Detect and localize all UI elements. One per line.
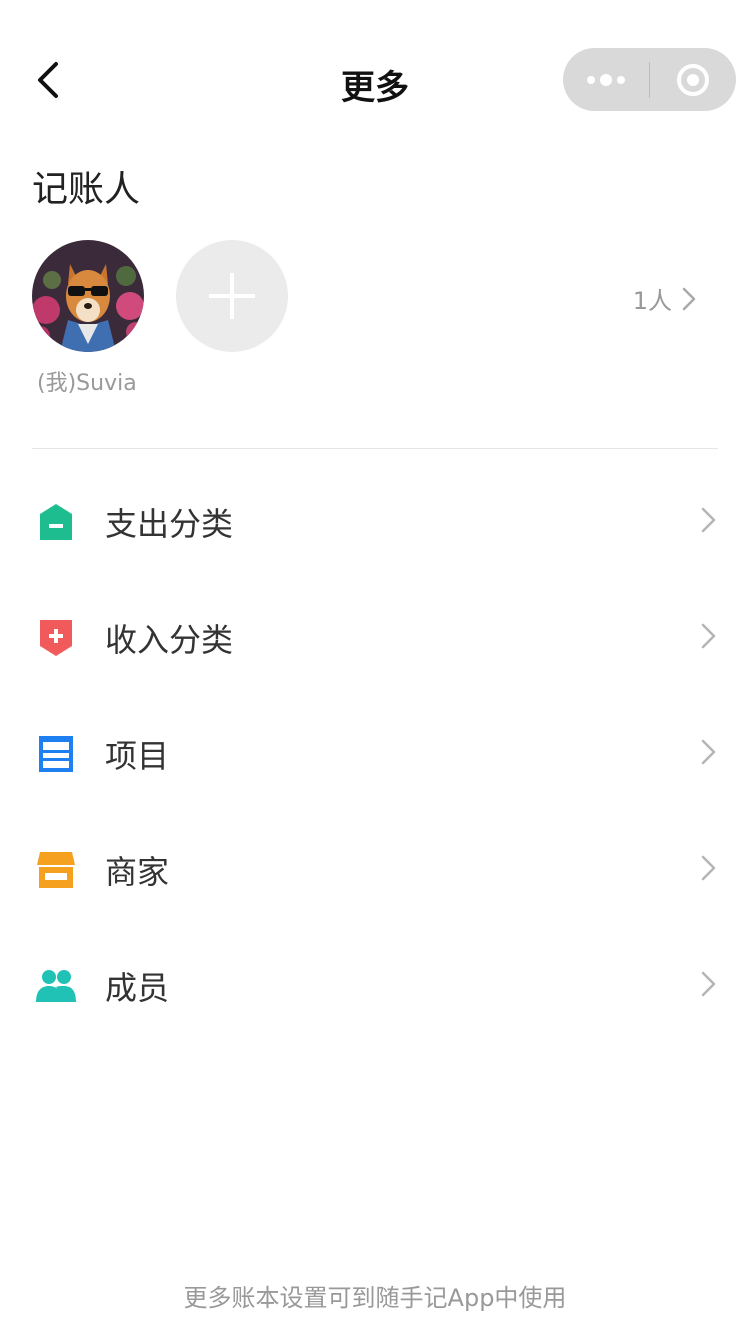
add-member-button[interactable] (176, 240, 288, 352)
bookkeepers-title: 记账人 (32, 169, 141, 210)
settings-menu: 支出分类 收入分类 项目 商家 成员 (0, 462, 750, 1042)
member-name: (我)Suvia (37, 371, 137, 396)
project-icon (36, 734, 76, 774)
chevron-right-icon (701, 739, 716, 765)
member-count-label: 1人 (632, 287, 672, 315)
menu-item-label: 成员 (105, 969, 170, 1007)
income-category-icon (36, 618, 76, 658)
menu-item-project[interactable]: 项目 (0, 694, 750, 810)
members-icon (36, 966, 76, 1006)
menu-item-income-category[interactable]: 收入分类 (0, 578, 750, 694)
chevron-right-icon (701, 623, 716, 649)
chevron-right-icon (701, 507, 716, 533)
menu-item-label: 项目 (105, 737, 170, 775)
target-icon (677, 63, 709, 96)
menu-item-members[interactable]: 成员 (0, 926, 750, 1042)
chevron-right-icon (701, 971, 716, 997)
member-avatar[interactable] (32, 240, 144, 352)
mini-program-capsule (563, 48, 736, 111)
more-dots-icon (587, 73, 625, 86)
section-divider (32, 448, 718, 449)
menu-item-label: 支出分类 (105, 505, 234, 543)
navigation-bar: 更多 (0, 0, 750, 160)
menu-item-store[interactable]: 商家 (0, 810, 750, 926)
menu-item-label: 收入分类 (105, 621, 234, 659)
store-icon (36, 850, 76, 890)
capsule-more-button[interactable] (563, 48, 649, 111)
member-count-link[interactable]: 1人 (633, 281, 696, 316)
expense-category-icon (36, 502, 76, 542)
chevron-right-icon (682, 287, 696, 310)
dog-with-sunglasses-avatar (32, 240, 144, 352)
capsule-close-button[interactable] (650, 48, 736, 111)
chevron-right-icon (701, 855, 716, 881)
menu-item-expense-category[interactable]: 支出分类 (0, 462, 750, 578)
plus-icon (209, 273, 255, 319)
footer-hint: 更多账本设置可到随手记App中使用 (183, 1284, 567, 1312)
menu-item-label: 商家 (105, 853, 170, 891)
